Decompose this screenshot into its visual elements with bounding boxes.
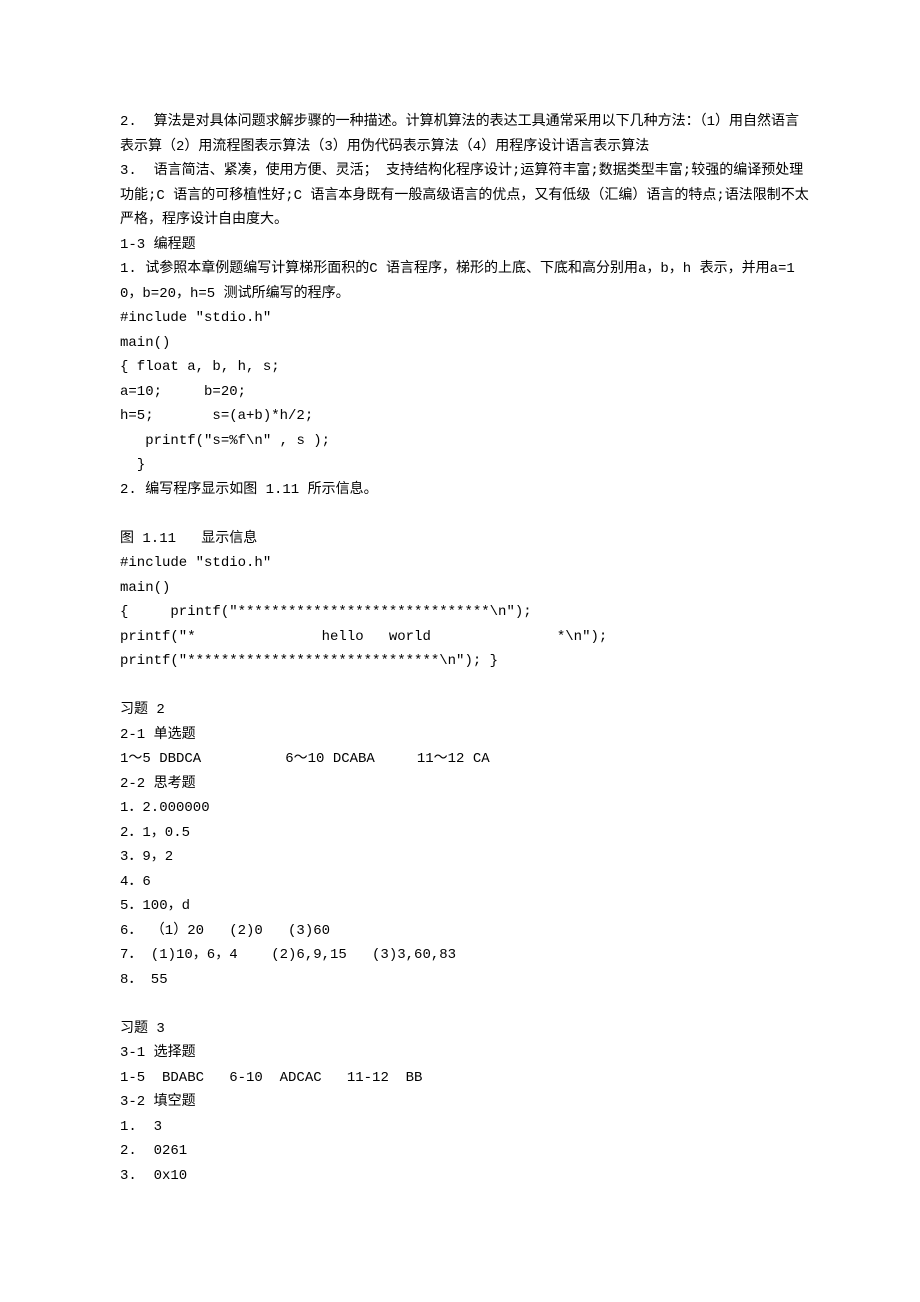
figure-caption: 图 1.11 显示信息 xyxy=(120,527,810,552)
code-line: printf("s=%f\n" , s ); xyxy=(120,429,810,454)
code-line: main() xyxy=(120,576,810,601)
code-line: { float a, b, h, s; xyxy=(120,355,810,380)
paragraph: 2. 编写程序显示如图 1.11 所示信息。 xyxy=(120,478,810,503)
answer-line: 3. 0x10 xyxy=(120,1164,810,1189)
answer-line: 3．9，2 xyxy=(120,845,810,870)
code-line: a=10; b=20; xyxy=(120,380,810,405)
blank-line xyxy=(120,674,810,699)
code-line: #include "stdio.h" xyxy=(120,551,810,576)
code-line: #include "stdio.h" xyxy=(120,306,810,331)
answer-line: 5．100，d xyxy=(120,894,810,919)
code-line: { printf("******************************… xyxy=(120,600,810,625)
section-heading: 2-1 单选题 xyxy=(120,723,810,748)
code-line: printf("******************************\n… xyxy=(120,649,810,674)
code-line: h=5; s=(a+b)*h/2; xyxy=(120,404,810,429)
answer-line: 7． (1)10，6，4 (2)6,9,15 (3)3,60,83 xyxy=(120,943,810,968)
blank-line xyxy=(120,502,810,527)
answer-line: 1．2.000000 xyxy=(120,796,810,821)
section-heading: 2-2 思考题 xyxy=(120,772,810,797)
section-heading: 习题 2 xyxy=(120,698,810,723)
section-heading: 3-1 选择题 xyxy=(120,1041,810,1066)
code-line: main() xyxy=(120,331,810,356)
section-heading: 1-3 编程题 xyxy=(120,233,810,258)
answer-line: 1-5 BDABC 6-10 ADCAC 11-12 BB xyxy=(120,1066,810,1091)
answer-line: 6． （1）20 (2)0 (3)60 xyxy=(120,919,810,944)
answer-line: 1. 3 xyxy=(120,1115,810,1140)
answer-line: 8． 55 xyxy=(120,968,810,993)
paragraph: 2. 算法是对具体问题求解步骤的一种描述。计算机算法的表达工具通常采用以下几种方… xyxy=(120,110,810,159)
paragraph: 3. 语言简洁、紧凑，使用方便、灵活； 支持结构化程序设计;运算符丰富;数据类型… xyxy=(120,159,810,233)
answer-line: 4．6 xyxy=(120,870,810,895)
answer-line: 2. 0261 xyxy=(120,1139,810,1164)
section-heading: 习题 3 xyxy=(120,1017,810,1042)
paragraph: 1. 试参照本章例题编写计算梯形面积的C 语言程序，梯形的上底、下底和高分别用a… xyxy=(120,257,810,306)
answer-line: 1～5 DBDCA 6～10 DCABA 11～12 CA xyxy=(120,747,810,772)
code-line: } xyxy=(120,453,810,478)
code-line: printf("* hello world *\n"); xyxy=(120,625,810,650)
answer-line: 2．1，0.5 xyxy=(120,821,810,846)
section-heading: 3-2 填空题 xyxy=(120,1090,810,1115)
blank-line xyxy=(120,992,810,1017)
